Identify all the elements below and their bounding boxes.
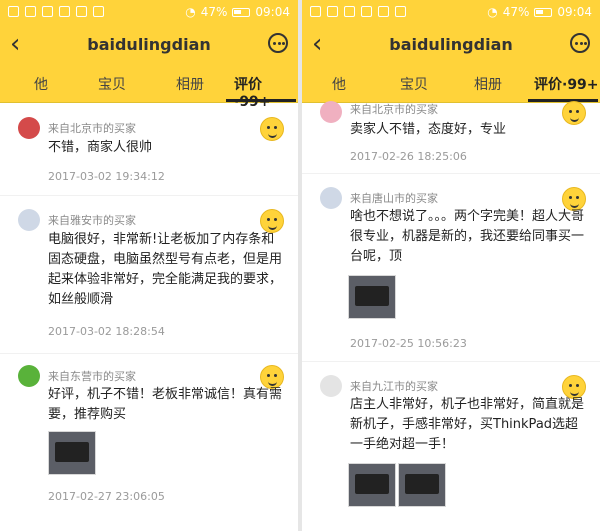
notification-icons	[8, 6, 104, 17]
notification-icon	[310, 6, 321, 17]
tab-bar: 他 宝贝 相册 评价·99+	[0, 64, 298, 110]
review-text: 不错，商家人很帅	[48, 140, 153, 155]
wifi-icon: ◔	[185, 5, 196, 19]
battery-percent: 47%	[502, 5, 530, 19]
more-options-icon[interactable]	[268, 33, 288, 53]
buyer-location: 来自九江市的买家	[350, 380, 438, 393]
review-date: 2017-02-26 18:25:06	[350, 150, 467, 163]
tab-bar: 他 宝贝 相册 评价·99+	[302, 64, 600, 103]
review-date: 2017-03-02 19:34:12	[48, 170, 165, 183]
review-date: 2017-03-02 18:28:54	[48, 325, 165, 338]
review-text: 好评，机子不错！老板非常诚信！真有需要，推荐购买	[48, 387, 283, 422]
review-photo[interactable]	[348, 463, 396, 507]
tab-items[interactable]: 宝贝	[400, 74, 428, 94]
notification-icon	[93, 6, 104, 17]
review-list[interactable]: 来自北京市的买家 卖家人不错，态度好，专业 2017-02-26 18:25:0…	[302, 101, 600, 531]
clock: 09:04	[557, 5, 592, 19]
review-list[interactable]: 来自北京市的买家 不错，商家人很帅 2017-03-02 19:34:12 来自…	[0, 103, 298, 531]
buyer-location: 来自雅安市的买家	[48, 214, 136, 227]
status-right: ◔ 47% 09:04	[185, 5, 290, 19]
notification-icon	[378, 6, 389, 17]
battery-percent: 47%	[200, 5, 228, 19]
notification-icon	[8, 6, 19, 17]
status-bar: ◔ 47% 09:04	[0, 0, 298, 26]
battery-icon	[534, 7, 553, 17]
app-header: ‹ baidulingdian	[0, 26, 298, 64]
review-text: 店主人非常好，机子也非常好，简直就是新机子，手感非常好，买ThinkPad选超一…	[350, 397, 585, 452]
review-photo[interactable]	[348, 275, 396, 319]
right-screen: ◔ 47% 09:04 ‹ baidulingdian 他 宝贝 相册 评价·9…	[302, 0, 600, 531]
notification-icon	[344, 6, 355, 17]
review-text: 电脑很好，非常新!让老板加了内存条和固态硬盘，电脑虽然型号有点老，但是用起来体验…	[48, 232, 283, 307]
buyer-location: 来自唐山市的买家	[350, 192, 438, 205]
buyer-avatar	[320, 375, 342, 397]
tab-profile[interactable]: 他	[34, 74, 48, 94]
more-options-icon[interactable]	[570, 33, 590, 53]
active-tab-indicator	[528, 99, 598, 102]
tab-album[interactable]: 相册	[474, 74, 502, 94]
tab-profile[interactable]: 他	[332, 74, 346, 94]
app-header: ‹ baidulingdian	[302, 26, 600, 64]
buyer-avatar	[320, 187, 342, 209]
review-photo[interactable]	[48, 431, 96, 475]
notification-icon	[327, 6, 338, 17]
divider	[302, 361, 600, 362]
wifi-icon: ◔	[487, 5, 498, 19]
buyer-avatar	[320, 101, 342, 123]
buyer-location: 来自东营市的买家	[48, 370, 136, 383]
active-tab-indicator	[226, 99, 296, 102]
notification-icons	[310, 6, 406, 17]
buyer-location: 来自北京市的买家	[48, 122, 136, 135]
tab-album[interactable]: 相册	[176, 74, 204, 94]
divider	[0, 353, 298, 354]
notification-icon	[361, 6, 372, 17]
page-title: baidulingdian	[389, 35, 513, 54]
buyer-avatar	[18, 209, 40, 231]
buyer-avatar	[18, 365, 40, 387]
status-right: ◔ 47% 09:04	[487, 5, 592, 19]
buyer-avatar	[18, 117, 40, 139]
clock: 09:04	[255, 5, 290, 19]
divider	[302, 173, 600, 174]
review-date: 2017-02-27 23:06:05	[48, 490, 165, 503]
page-title: baidulingdian	[87, 35, 211, 54]
review-photo[interactable]	[398, 463, 446, 507]
status-bar: ◔ 47% 09:04	[302, 0, 600, 26]
review-text: 啥也不想说了。。。两个字完美！超人大哥很专业，机器是新的，我还要给同事买一台呢，…	[350, 209, 585, 264]
notification-icon	[59, 6, 70, 17]
left-screen: ◔ 47% 09:04 ‹ baidulingdian 他 宝贝 相册 评价·9…	[0, 0, 298, 531]
tab-reviews[interactable]: 评价·99+	[534, 74, 599, 94]
notification-icon	[42, 6, 53, 17]
battery-icon	[232, 7, 251, 17]
notification-icon	[76, 6, 87, 17]
review-text: 卖家人不错，态度好，专业	[350, 122, 507, 137]
buyer-location: 来自北京市的买家	[350, 103, 438, 116]
tab-items[interactable]: 宝贝	[98, 74, 126, 94]
review-date: 2017-02-25 10:56:23	[350, 337, 467, 350]
divider	[0, 195, 298, 196]
notification-icon	[25, 6, 36, 17]
notification-icon	[395, 6, 406, 17]
